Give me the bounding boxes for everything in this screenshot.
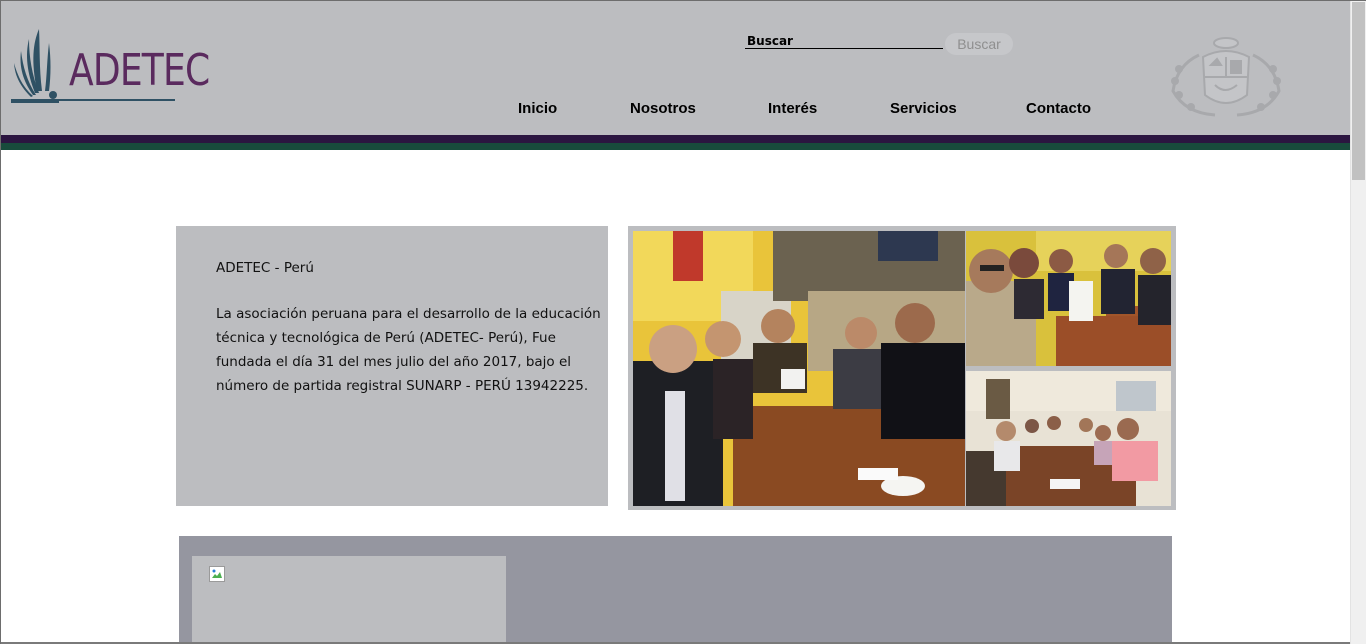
nav-item-contacto[interactable]: Contacto [1026,100,1091,117]
broken-image-icon [209,566,225,582]
nav-item-inicio[interactable]: Inicio [518,100,557,117]
group-photo-meeting [966,231,1171,366]
group-photo-dinner [966,371,1171,506]
logo-text: ADETEC [69,45,210,96]
search-label: Buscar [747,34,793,48]
logo-underline [11,99,175,101]
header-stripe-green [1,143,1350,150]
peru-coat-of-arms-icon [1171,37,1281,117]
about-title: ADETEC - Perú [216,260,314,276]
header-stripe-purple [1,135,1350,143]
site-header: ADETEC Buscar Buscar Inicio Nosotros Int… [1,1,1350,135]
about-card: ADETEC - Perú La asociación peruana para… [176,226,608,506]
nav-item-servicios[interactable]: Servicios [890,100,957,117]
search-button[interactable]: Buscar [945,33,1013,55]
adetec-fan-logo-icon [11,29,59,103]
photo-collage [628,226,1176,510]
search-input[interactable] [745,48,943,49]
scrollbar-thumb[interactable] [1352,2,1365,180]
about-description: La asociación peruana para el desarrollo… [216,306,601,394]
browser-viewport: ADETEC Buscar Buscar Inicio Nosotros Int… [0,0,1366,644]
site-logo[interactable]: ADETEC [9,29,210,107]
nav-item-nosotros[interactable]: Nosotros [630,100,696,117]
nav-item-interes[interactable]: Interés [768,100,817,117]
content-band-panel [192,556,506,644]
group-photo-main [633,231,965,506]
